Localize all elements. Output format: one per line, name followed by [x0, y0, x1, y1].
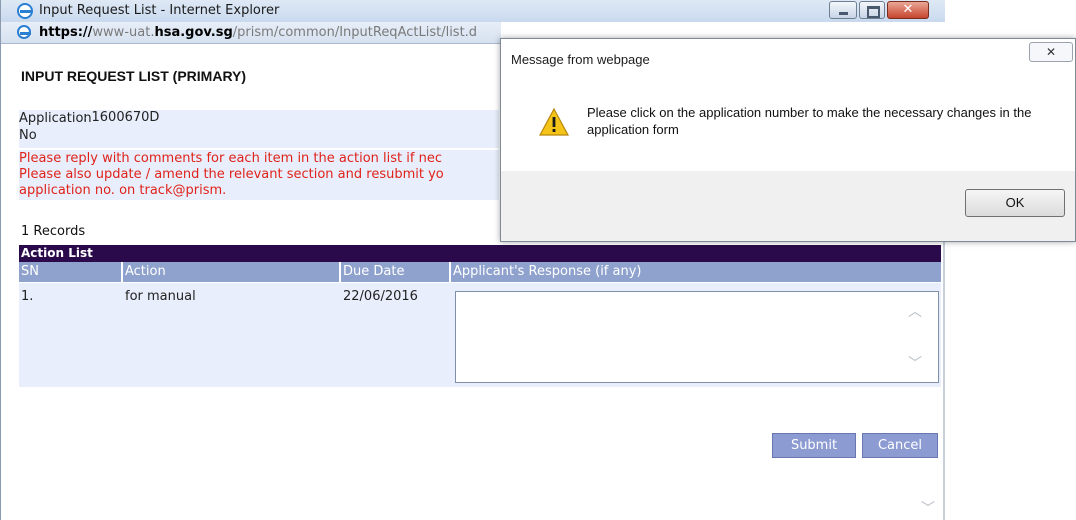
notice-line-3: application no. on track@prism. — [19, 183, 227, 198]
url-prefix: https:// — [39, 25, 93, 40]
page-scroll-down-icon[interactable]: ﹀ — [921, 498, 935, 518]
submit-button[interactable]: Submit — [772, 433, 856, 458]
cell-action: for manual — [125, 289, 196, 304]
scroll-down-icon[interactable]: ﹀ — [908, 353, 922, 373]
application-label: Application No — [19, 111, 92, 143]
url-path: /prism/common/InputReqActList/list.d — [232, 25, 478, 40]
column-header-response: Applicant's Response (if any) — [453, 264, 642, 279]
page-title: INPUT REQUEST LIST (PRIMARY) — [21, 68, 247, 84]
column-header-sn: SN — [21, 264, 39, 279]
table-header: SN Action Due Date Applicant's Response … — [19, 262, 941, 282]
response-textarea[interactable] — [455, 291, 939, 383]
close-window-button[interactable]: ✕ — [887, 1, 929, 19]
column-divider — [121, 262, 123, 282]
warning-icon — [539, 107, 569, 136]
maximize-button[interactable] — [859, 1, 885, 19]
application-row: Application No : 1600670D — [19, 110, 499, 148]
url-domain: hsa.gov.sg — [154, 25, 233, 40]
message-dialog: Message from webpage ✕ Please click on t… — [500, 38, 1076, 242]
scroll-up-icon[interactable]: ︿ — [908, 301, 922, 321]
table-row: 1. for manual 22/06/2016 ︿ ﹀ — [19, 283, 941, 387]
column-header-action: Action — [125, 264, 166, 279]
ok-button[interactable]: OK — [965, 189, 1065, 217]
dialog-close-button[interactable]: ✕ — [1029, 42, 1073, 62]
records-count: 1 Records — [21, 224, 86, 239]
minimize-button[interactable] — [829, 1, 857, 19]
window-controls: ✕ — [829, 0, 929, 20]
notice-line-1: Please reply with comments for each item… — [19, 151, 442, 166]
cell-sn: 1. — [21, 289, 34, 304]
notice-line-2: Please also update / amend the relevant … — [19, 167, 444, 182]
column-header-due-date: Due Date — [343, 264, 405, 279]
dialog-message: Please click on the application number t… — [587, 105, 1032, 137]
page-icon — [17, 25, 31, 39]
ie-logo-icon — [17, 3, 33, 19]
ie-titlebar: Input Request List - Internet Explorer ✕ — [1, 0, 945, 22]
dialog-body: Please click on the application number t… — [501, 79, 1075, 171]
window-title: Input Request List - Internet Explorer — [39, 3, 280, 18]
url-subdomain: www-uat. — [92, 25, 155, 40]
notice-box: Please reply with comments for each item… — [19, 150, 499, 200]
cell-due-date: 22/06/2016 — [343, 289, 418, 304]
cancel-button[interactable]: Cancel — [862, 433, 938, 458]
column-divider — [449, 262, 451, 282]
dialog-titlebar: Message from webpage ✕ — [501, 39, 1075, 79]
address-bar[interactable]: https://www-uat.hsa.gov.sg/prism/common/… — [1, 22, 501, 44]
action-list-title: Action List — [21, 246, 93, 260]
action-list-header: Action List — [19, 245, 941, 262]
column-divider — [339, 262, 341, 282]
application-number: : 1600670D — [83, 110, 160, 125]
url-text[interactable]: https://www-uat.hsa.gov.sg/prism/common/… — [39, 25, 477, 40]
dialog-title: Message from webpage — [511, 52, 650, 67]
